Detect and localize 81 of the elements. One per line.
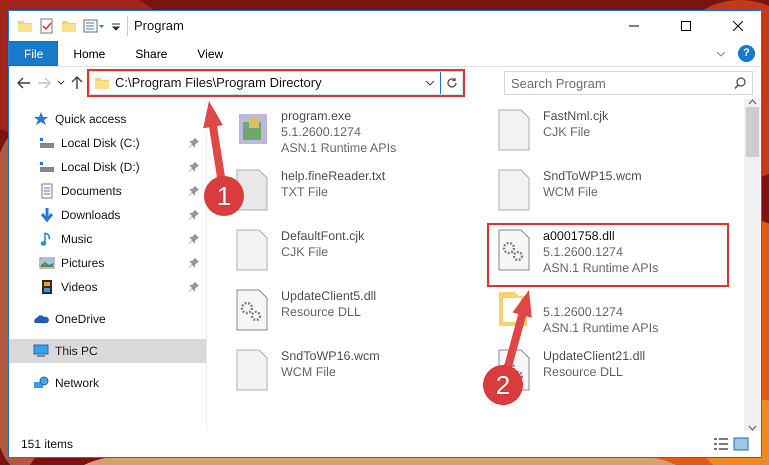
step-marker xyxy=(483,365,523,405)
image-icon xyxy=(39,255,55,271)
file-detail: 5.1.2600.1274 xyxy=(543,304,624,320)
pin-icon[interactable] xyxy=(189,138,199,148)
file-detail: Resource DLL xyxy=(543,364,624,380)
properties-icon[interactable] xyxy=(39,18,55,34)
pin-icon[interactable] xyxy=(189,210,199,220)
search-icon[interactable] xyxy=(734,77,746,89)
sidebar-item[interactable]: Network xyxy=(9,371,206,395)
ribbon-tab[interactable]: Home xyxy=(58,41,120,66)
file-name: a0001758.dll xyxy=(543,228,616,244)
chevron-down-icon[interactable] xyxy=(425,80,435,86)
pin-icon[interactable] xyxy=(189,258,199,268)
step-marker xyxy=(204,176,244,216)
view-options-icon[interactable] xyxy=(83,18,105,34)
item-count: 151 items xyxy=(21,436,74,453)
scroll-up-icon[interactable] xyxy=(748,99,757,105)
address-path: C:\Program Files\Program Directory xyxy=(115,74,323,92)
back-icon[interactable] xyxy=(17,77,31,89)
recent-dropdown-icon[interactable] xyxy=(57,80,65,86)
drive-icon xyxy=(39,159,55,175)
monitor-icon xyxy=(33,343,49,359)
star-icon xyxy=(33,111,49,127)
film-icon xyxy=(39,279,55,295)
drive-icon xyxy=(39,135,55,151)
sidebar-item[interactable]: Videos xyxy=(9,275,206,299)
file-detail: ASN.1 Runtime APIs xyxy=(543,260,658,276)
network-icon xyxy=(33,375,49,391)
sidebar-item[interactable]: Local Disk (C:) xyxy=(9,131,206,155)
sidebar-item[interactable]: Documents xyxy=(9,179,206,203)
file-detail: CJK File xyxy=(543,124,592,140)
sidebar-item[interactable]: Downloads xyxy=(9,203,206,227)
details-view-icon[interactable] xyxy=(713,437,729,451)
ribbon-tab[interactable]: File xyxy=(9,41,58,66)
pin-icon[interactable] xyxy=(189,186,199,196)
refresh-icon[interactable] xyxy=(446,77,458,89)
pin-icon[interactable] xyxy=(189,282,199,292)
step-number: 1 xyxy=(216,181,232,211)
search-field[interactable]: Search Program xyxy=(504,71,753,95)
file-detail: 5.1.2600.1274 xyxy=(543,244,624,260)
scrollbar-thumb[interactable] xyxy=(746,107,759,157)
scrollbar[interactable] xyxy=(744,99,761,431)
file-name: UpdateClient5.dll xyxy=(281,288,376,304)
file-detail: WCM File xyxy=(281,364,337,380)
file-name: FastNml.cjk xyxy=(543,108,608,124)
file-name: DefaultFont.cjk xyxy=(281,228,364,244)
file-item[interactable]: a0001758.dll 5.1.2600.1274 ASN.1 Runtime APIs xyxy=(489,225,727,285)
file-name: UpdateClient21.dll xyxy=(543,348,646,364)
file-detail: 5.1.2600.1274 xyxy=(281,124,362,140)
pin-icon[interactable] xyxy=(189,162,199,172)
sidebar-item[interactable]: OneDrive xyxy=(9,307,206,331)
file-name: program.exe xyxy=(281,108,352,124)
ribbon-tab[interactable]: View xyxy=(182,41,238,66)
file-detail: Resource DLL xyxy=(281,304,362,320)
step-number: 2 xyxy=(496,370,510,400)
document-icon xyxy=(39,183,55,199)
window-title: Program xyxy=(127,16,184,36)
folder-icon xyxy=(94,75,110,91)
file-name: SndToWP16.wcm xyxy=(281,348,380,364)
sidebar-item[interactable]: Pictures xyxy=(9,251,206,275)
sidebar-item[interactable]: Quick access xyxy=(9,107,206,131)
file-detail: ASN.1 Runtime APIs xyxy=(281,140,396,156)
file-detail: TXT File xyxy=(281,184,329,200)
help-button[interactable]: ? xyxy=(738,45,755,62)
down-arrow-icon xyxy=(39,207,55,223)
file-detail: CJK File xyxy=(281,244,330,260)
sidebar-item[interactable]: Music xyxy=(9,227,206,251)
file-detail: WCM File xyxy=(543,184,599,200)
sidebar-item[interactable]: This PC xyxy=(9,339,206,363)
address-field[interactable]: C:\Program Files\Program Directory xyxy=(89,71,463,95)
sidebar-item[interactable]: Local Disk (D:) xyxy=(9,155,206,179)
maximize-icon[interactable] xyxy=(681,21,691,31)
ribbon-tab[interactable]: Share xyxy=(120,41,182,66)
close-icon[interactable] xyxy=(733,21,743,31)
file-name: help.fineReader.txt xyxy=(281,168,386,184)
up-icon[interactable] xyxy=(71,76,83,90)
large-icons-view-icon[interactable] xyxy=(733,437,749,451)
scroll-down-icon[interactable] xyxy=(748,425,757,431)
pin-icon[interactable] xyxy=(189,234,199,244)
file-detail: ASN.1 Runtime APIs xyxy=(543,320,658,336)
file-name: SndToWP15.wcm xyxy=(543,168,642,184)
